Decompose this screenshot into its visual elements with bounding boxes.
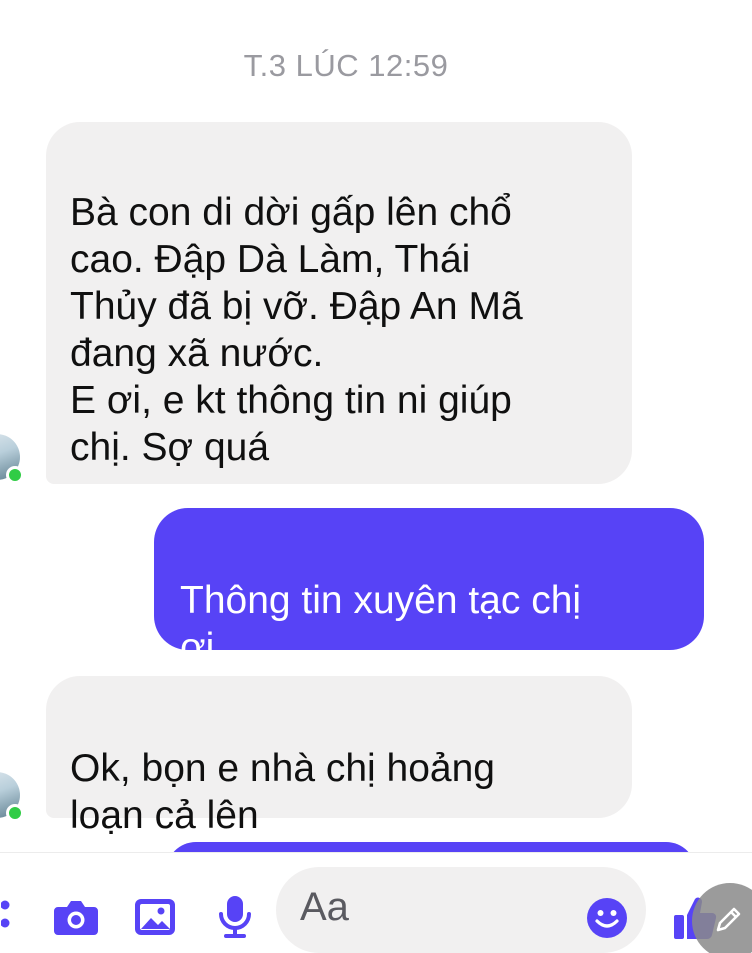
online-status-dot (6, 804, 24, 822)
microphone-icon[interactable] (212, 895, 258, 939)
image-icon[interactable] (130, 895, 180, 939)
message-timestamp: T.3 LÚC 12:59 (243, 48, 449, 83)
message-input-placeholder: Aa (300, 885, 349, 929)
message-text: Bà con di dời gấp lên chổ cao. Đập Dà Là… (70, 191, 523, 469)
online-status-dot (6, 466, 24, 484)
contact-avatar[interactable] (0, 434, 24, 484)
outgoing-message-bubble[interactable]: Thông tin xuyên tạc chị ơi (154, 508, 704, 669)
message-text: Ok, bọn e nhà chị hoảng loạn cả lên (70, 747, 495, 837)
message-composer: Aa (0, 852, 752, 953)
incoming-message-bubble[interactable]: Bà con di dời gấp lên chổ cao. Đập Dà Là… (46, 122, 632, 484)
camera-icon[interactable] (50, 895, 102, 939)
emoji-icon[interactable] (586, 897, 628, 944)
incoming-message-bubble[interactable]: Ok, bọn e nhà chị hoảng loạn cả lên (46, 676, 632, 837)
message-text: Thông tin xuyên tạc chị ơi (180, 579, 582, 669)
more-icon[interactable] (0, 895, 16, 939)
contact-avatar[interactable] (0, 772, 24, 822)
chat-screen: T.3 LÚC 12:59 Bà con di dời gấp lên chổ … (0, 0, 752, 953)
